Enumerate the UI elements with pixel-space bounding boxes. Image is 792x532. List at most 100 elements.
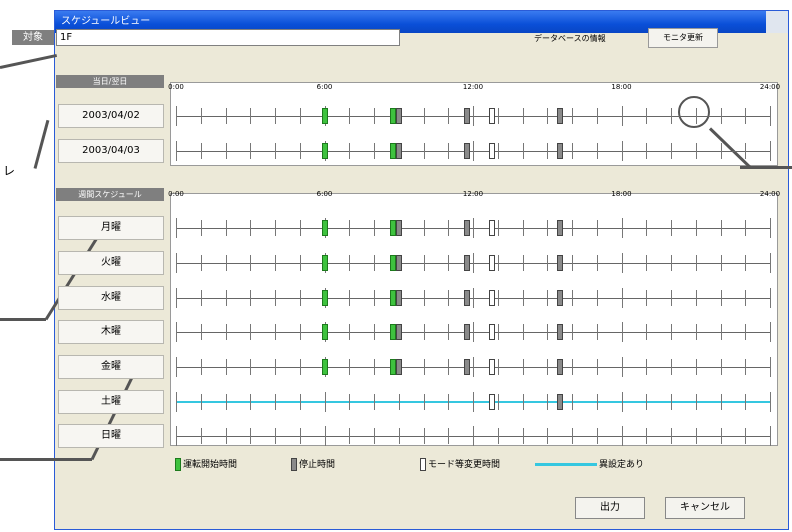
- timeline-tick: [423, 359, 425, 375]
- callout-line-1: [0, 53, 58, 69]
- timeline-tick: [176, 106, 177, 126]
- timeline-tick: [200, 143, 202, 159]
- timeline-tick: [770, 392, 771, 412]
- timeline-tick: [745, 108, 747, 124]
- timeline-tick: [250, 359, 252, 375]
- close-icon[interactable]: [766, 11, 788, 33]
- start-time-marker: [321, 220, 328, 236]
- weekday-row-button[interactable]: 月曜: [58, 216, 164, 240]
- timeline-tick: [671, 143, 672, 159]
- timeline-tick: [250, 394, 252, 410]
- timeline-tick: [720, 255, 722, 271]
- mode-change-marker: [488, 108, 495, 124]
- stop-time-marker: [463, 324, 470, 340]
- timeline-tick: [547, 359, 549, 375]
- timeline-tick: [473, 141, 474, 161]
- timeline-tick: [423, 255, 425, 271]
- timeline-tick: [695, 324, 697, 340]
- timeline-tick: [621, 218, 623, 238]
- timeline-tick: [299, 359, 301, 375]
- timeline-tick: [547, 143, 549, 159]
- callout-line-5: [0, 458, 92, 461]
- timeline-tick: [572, 324, 573, 340]
- legend-stop: 停止時間: [291, 458, 335, 472]
- stop-time-marker: [556, 220, 563, 236]
- timeline-tick: [176, 253, 177, 273]
- target-label: 対象: [12, 30, 54, 45]
- timeline-tick: [547, 220, 549, 236]
- start-time-marker: [321, 255, 328, 271]
- timeline-tick: [349, 394, 351, 410]
- date-row-button[interactable]: 2003/04/02: [58, 104, 164, 128]
- weekday-row-button[interactable]: 金曜: [58, 355, 164, 379]
- stop-time-marker: [556, 290, 563, 306]
- timeline-tick: [423, 108, 425, 124]
- timeline-tick: [275, 359, 276, 375]
- timeline-tick: [299, 394, 301, 410]
- timeline-tick: [547, 428, 549, 444]
- weekday-row-button[interactable]: 木曜: [58, 320, 164, 344]
- timeline-tick: [695, 428, 697, 444]
- timeline-tick: [522, 290, 524, 306]
- timeline-tick: [423, 220, 425, 236]
- timeline-tick: [374, 220, 375, 236]
- database-info-link[interactable]: データベースの情報: [534, 33, 606, 44]
- timeline-tick: [770, 322, 771, 342]
- start-time-marker: [389, 359, 396, 375]
- date-row-button[interactable]: 2003/04/03: [58, 139, 164, 163]
- start-time-marker: [321, 143, 328, 159]
- stop-time-marker: [556, 143, 563, 159]
- start-time-marker: [321, 108, 328, 124]
- timeline-tick: [497, 220, 499, 236]
- mode-change-marker: [488, 255, 495, 271]
- timeline-tick: [349, 220, 351, 236]
- timeline-tick: [423, 428, 425, 444]
- timeline-tick: [596, 359, 598, 375]
- timeline-tick: [646, 143, 648, 159]
- timeline-tick: [621, 141, 623, 161]
- weekday-row-button[interactable]: 火曜: [58, 251, 164, 275]
- timeline-tick: [176, 288, 177, 308]
- timeline-tick: [299, 324, 301, 340]
- weekday-row-button[interactable]: 日曜: [58, 424, 164, 448]
- time-tick-label: 0:00: [168, 83, 184, 91]
- timeline-tick: [200, 290, 202, 306]
- weekday-row-button[interactable]: 土曜: [58, 390, 164, 414]
- timeline-tick: [200, 220, 202, 236]
- timeline-tick: [596, 428, 598, 444]
- timeline-tick: [621, 426, 623, 446]
- timeline-tick: [745, 143, 747, 159]
- legend-start: 運転開始時間: [175, 458, 237, 472]
- timeline-tick: [745, 359, 747, 375]
- timeline-tick: [225, 220, 227, 236]
- timeline-tick: [770, 141, 771, 161]
- timeline-tick: [621, 357, 623, 377]
- timeline-tick: [448, 359, 450, 375]
- timeline-tick: [448, 108, 450, 124]
- timeline-tick: [250, 428, 252, 444]
- timeline-tick: [720, 290, 722, 306]
- timeline-tick: [547, 394, 549, 410]
- timeline-tick: [275, 255, 276, 271]
- timeline-tick: [695, 290, 697, 306]
- stop-time-marker: [395, 143, 402, 159]
- output-button[interactable]: 出力: [575, 497, 645, 519]
- target-field[interactable]: 1F: [56, 29, 400, 46]
- timeline-tick: [497, 290, 499, 306]
- weekly-timeline-panel: [170, 193, 778, 446]
- timeline-tick: [448, 143, 450, 159]
- timeline-tick: [522, 143, 524, 159]
- timeline-tick: [522, 220, 524, 236]
- timeline-tick: [448, 324, 450, 340]
- timeline-tick: [770, 288, 771, 308]
- cancel-button[interactable]: キャンセル: [665, 497, 745, 519]
- timeline-tick: [225, 428, 227, 444]
- weekday-row-button[interactable]: 水曜: [58, 286, 164, 310]
- weekly-schedule-label: 週間スケジュール: [56, 188, 164, 201]
- start-time-marker: [389, 143, 396, 159]
- timeline-tick: [745, 220, 747, 236]
- mode-change-marker: [488, 324, 495, 340]
- monitor-update-button[interactable]: モニタ更新: [648, 28, 718, 48]
- timeline-tick: [720, 394, 722, 410]
- timeline-tick: [448, 290, 450, 306]
